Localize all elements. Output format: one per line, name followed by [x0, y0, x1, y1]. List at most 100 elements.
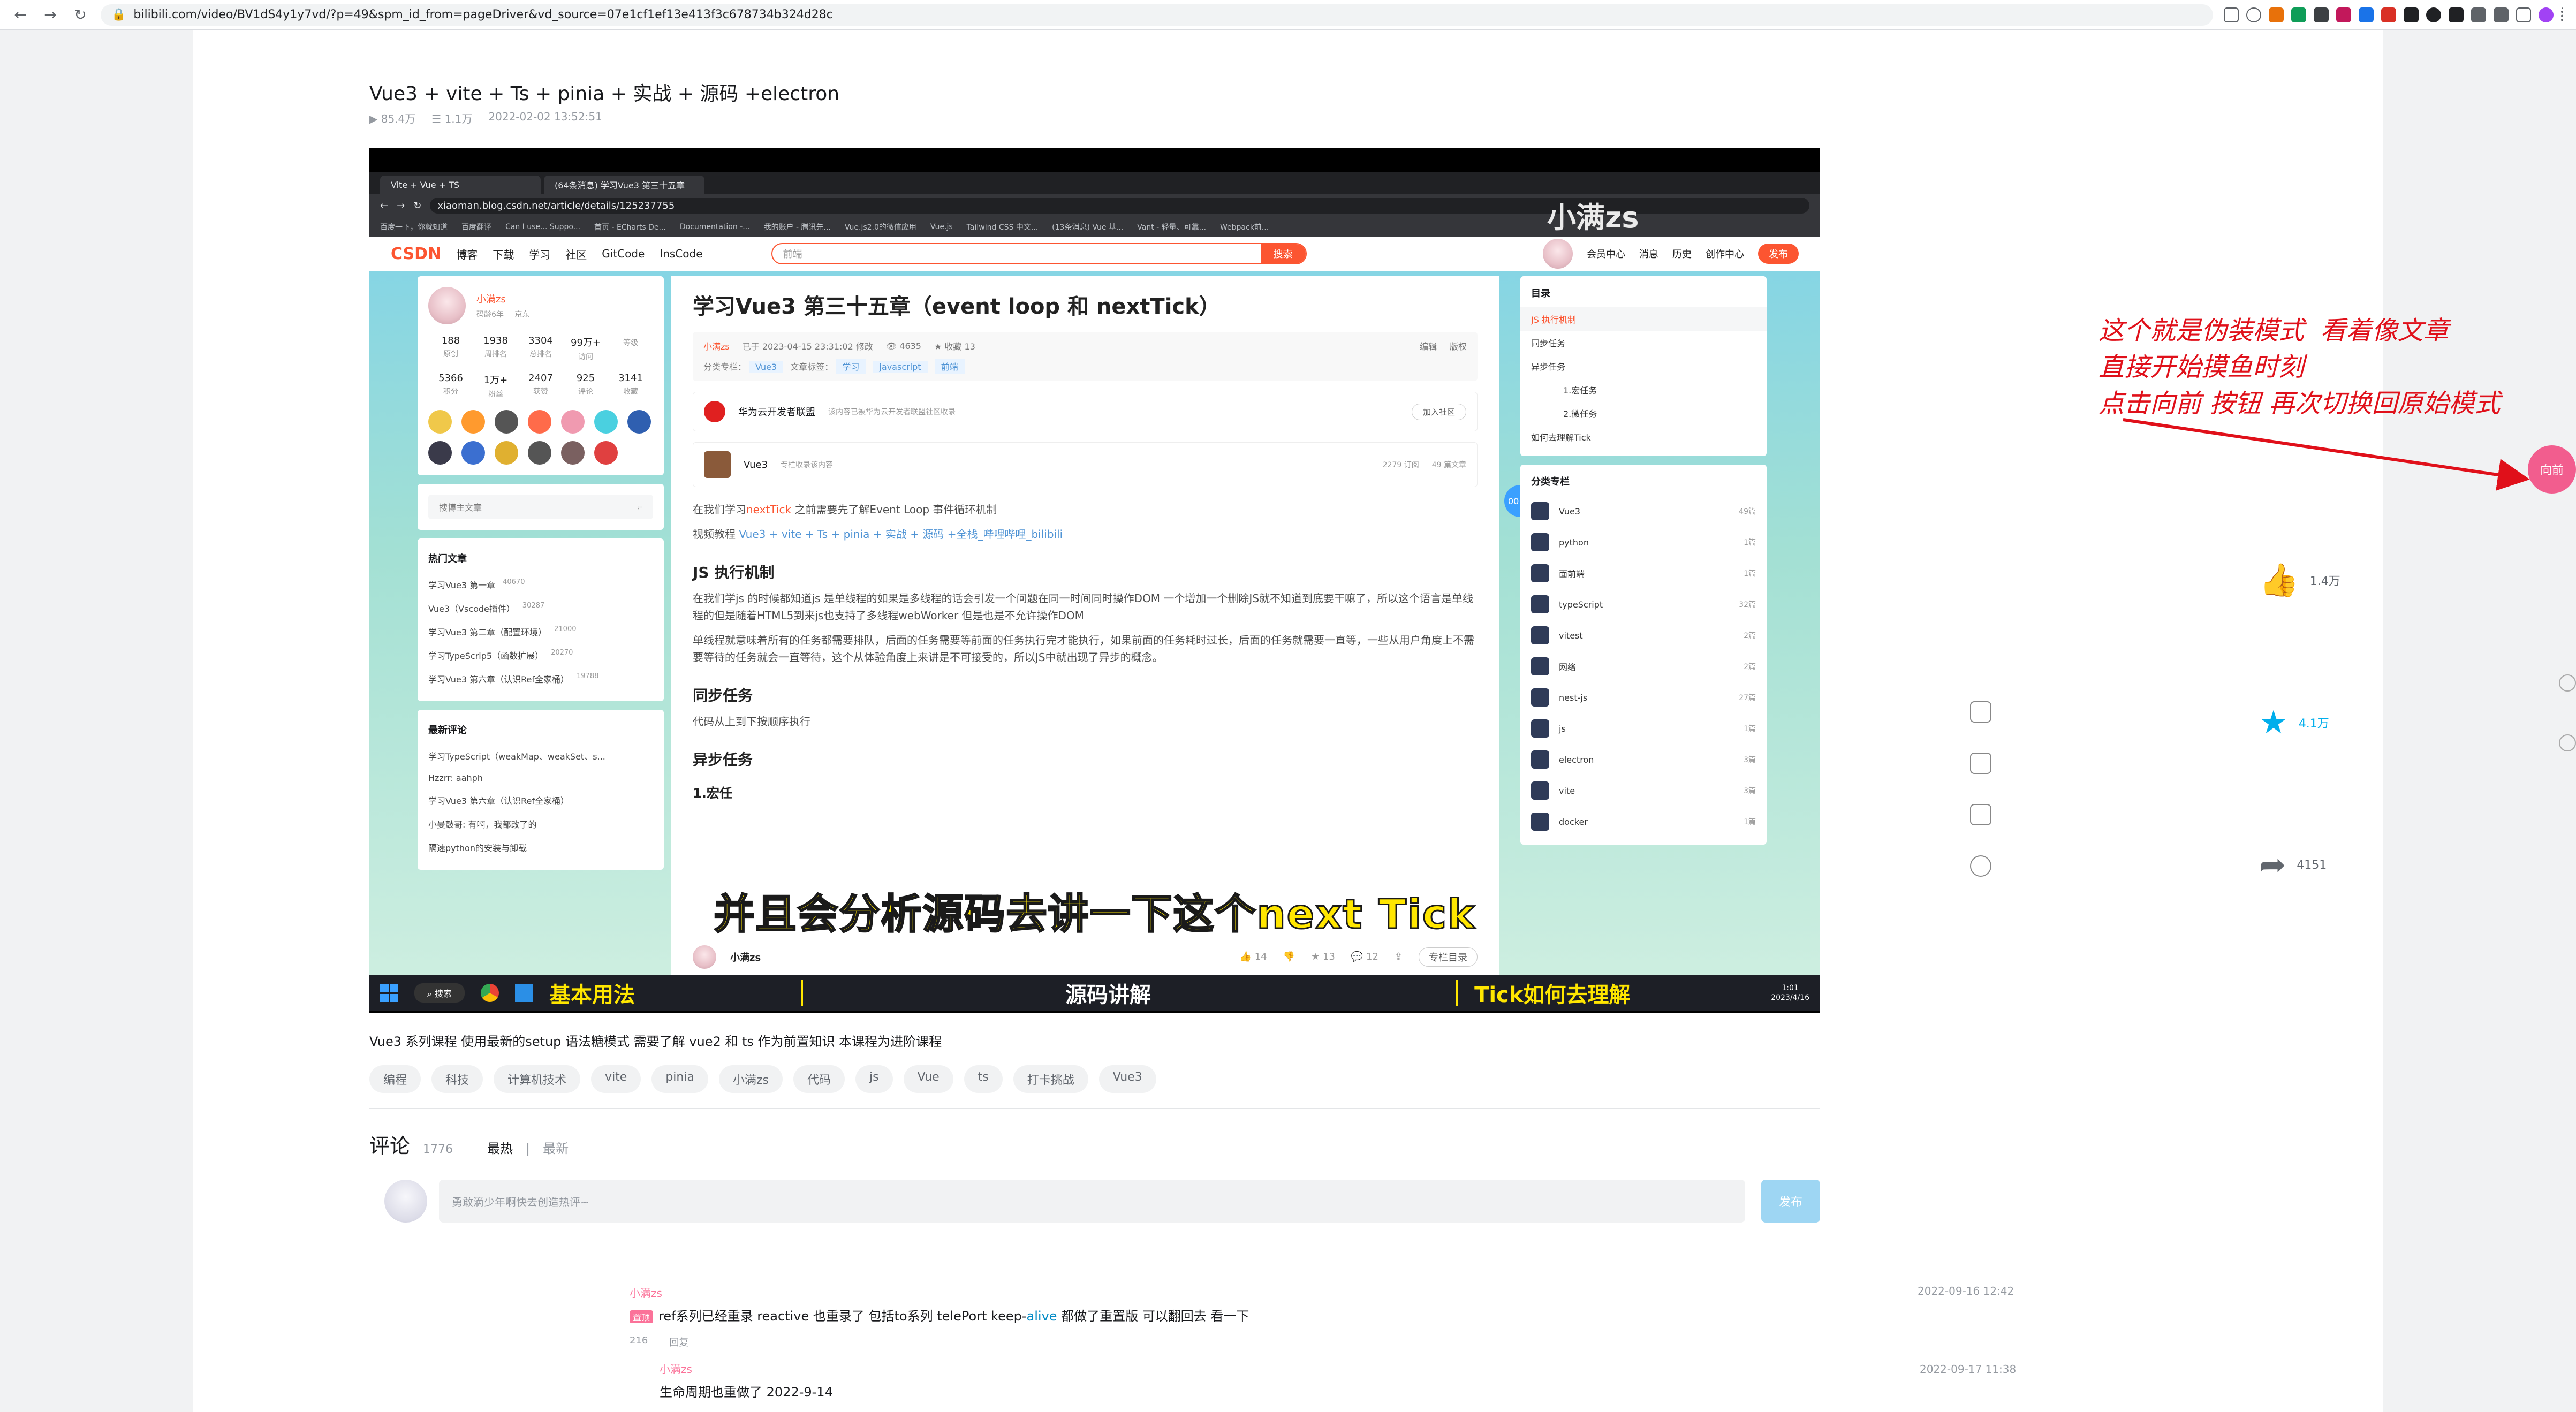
hot-article-item: 学习Vue3 第二章（配置环境） 21000	[428, 620, 653, 643]
hot-article-item: 学习Vue3 第一章 40670	[428, 573, 653, 596]
edge-icons	[2559, 674, 2576, 751]
paragraph-text: 在我们学习	[693, 503, 746, 516]
comment-text: ref系列已经重录 reactive 也重录了 包括to系列 telePort …	[658, 1309, 1027, 1324]
toc-item: 1.宏任务	[1563, 385, 1597, 396]
menu-icon[interactable]	[2561, 7, 2565, 22]
extension-icon[interactable]	[2336, 7, 2351, 22]
video-player[interactable]: Vite + Vue + TS (64条消息) 学习Vue3 第三十五章 ← →…	[369, 148, 1820, 1013]
stat-value: 3304	[528, 335, 553, 346]
sort-new-tab[interactable]: 最新	[543, 1138, 569, 1157]
tool-icon[interactable]	[1970, 701, 1991, 723]
profile-stat: 3141 收藏	[608, 373, 653, 399]
profile-stat: 925 评论	[563, 373, 608, 399]
category-item: typeScript 32篇	[1520, 589, 1767, 620]
hot-article-title: 学习Vue3 第二章（配置环境）	[428, 627, 547, 637]
category-name: Vue3	[1559, 506, 1581, 517]
video-tag[interactable]: js	[855, 1065, 893, 1093]
post-comment-button[interactable]: 发布	[1761, 1180, 1820, 1223]
video-tag[interactable]: vite	[591, 1065, 641, 1093]
category-item: Vue3 49篇	[1520, 496, 1767, 527]
profile-card: 小满zs 码龄6年 京东 188 原创 1938 周排名 3304 总排名 99万+ 访问 等级…	[418, 276, 664, 475]
star-icon[interactable]	[2246, 7, 2261, 22]
article-edit: 编辑	[1419, 341, 1437, 352]
video-tag[interactable]: 代码	[793, 1065, 845, 1093]
toc-item: 如何去理解Tick	[1531, 432, 1591, 443]
sort-hot-tab[interactable]: 最热	[487, 1138, 513, 1157]
inner-back-icon: ←	[380, 200, 389, 211]
sidebar-icon[interactable]	[2516, 7, 2531, 22]
csdn-header: CSDN 博客 下载 学习 社区 GitCode InsCode 前端 搜索 会…	[369, 237, 1820, 271]
article-comments: 12	[1366, 951, 1378, 962]
category-name: 面前端	[1559, 569, 1585, 579]
category-name: nest-js	[1559, 692, 1588, 703]
csdn-article: 学习Vue3 第三十五章（event loop 和 nextTick） 小满zs…	[671, 276, 1499, 975]
video-tag[interactable]: Vue	[903, 1065, 953, 1093]
comment-like-count[interactable]: 216	[630, 1335, 648, 1349]
reload-icon[interactable]: ↻	[71, 6, 90, 24]
comment-user[interactable]: 小满zs	[630, 1285, 1249, 1300]
share-icon[interactable]	[2224, 7, 2239, 22]
share-count: 4151	[2297, 858, 2327, 872]
extension-icon[interactable]	[2471, 7, 2486, 22]
comment-user[interactable]: 小满zs	[660, 1361, 833, 1376]
tool-icon[interactable]	[1970, 804, 1991, 825]
article-heading: 异步任务	[693, 751, 753, 769]
extension-icon[interactable]	[2314, 7, 2329, 22]
column-cover	[704, 451, 731, 478]
extension-icon[interactable]	[2404, 7, 2419, 22]
windows-taskbar: ⌕ 搜索 基本用法 源码讲解 Tick如何去理解 1:01 2023/4/16	[369, 975, 1820, 1011]
column-desc: 专栏收录该内容	[781, 461, 834, 469]
extension-icon[interactable]	[2426, 7, 2441, 22]
headset-icon[interactable]	[1970, 855, 1991, 877]
address-bar[interactable]: 🔒 bilibili.com/video/BV1dS4y1y7vd/?p=49&…	[101, 4, 2213, 26]
star-icon: ★	[2259, 704, 2288, 741]
video-tag[interactable]: 小满zs	[718, 1065, 783, 1093]
like-button[interactable]: 👍 1.4万	[2259, 564, 2340, 596]
video-tag[interactable]: ts	[964, 1065, 1003, 1093]
collect-button[interactable]: ★ 4.1万	[2259, 707, 2329, 739]
category-name: 网络	[1559, 662, 1577, 672]
profile-stat: 99万+ 访问	[563, 335, 608, 362]
csdn-nav-item: 社区	[565, 248, 587, 261]
star-icon: ★ 13	[1311, 951, 1335, 962]
column-label: 分类专栏：	[703, 362, 747, 372]
article-author: 小满zs	[703, 341, 730, 352]
forward-button[interactable]: 向前	[2528, 445, 2576, 494]
reply-button[interactable]: 回复	[669, 1335, 688, 1349]
extension-icon[interactable]	[2291, 7, 2306, 22]
profile-icon[interactable]	[2539, 7, 2554, 22]
comment-link[interactable]: alive	[1027, 1309, 1057, 1324]
category-count: 1篇	[1744, 818, 1756, 826]
bookmark-item: Webpack前...	[1220, 223, 1269, 232]
puzzle-icon[interactable]	[2494, 7, 2509, 22]
join-community-button: 加入社区	[1411, 403, 1466, 420]
video-tag[interactable]: 科技	[431, 1065, 483, 1093]
hot-article-views: 21000	[554, 625, 577, 633]
cube-icon[interactable]	[2559, 674, 2576, 692]
hot-article-title: Vue3（Vscode插件）	[428, 604, 515, 614]
comment-input[interactable]: 勇敢滴少年啊快去创造热评~	[439, 1180, 1745, 1223]
video-tag[interactable]: 编程	[369, 1065, 421, 1093]
danmaku-stat: ☰ 1.1万	[431, 112, 473, 125]
video-tag[interactable]: pinia	[651, 1065, 708, 1093]
video-subtitle: 并且会分析源码去讲一下这个next Tick	[713, 890, 1476, 939]
column-tag: Vue3	[749, 361, 784, 373]
extension-icon[interactable]	[2381, 7, 2396, 22]
extension-icon[interactable]	[2449, 7, 2464, 22]
video-tag[interactable]: Vue3	[1098, 1065, 1156, 1093]
extension-icon[interactable]	[2269, 7, 2284, 22]
video-tag[interactable]: 打卡挑战	[1013, 1065, 1088, 1093]
forward-icon[interactable]: →	[41, 6, 60, 24]
share-button[interactable]: ➦ 4151	[2259, 849, 2327, 881]
toc-item: 同步任务	[1531, 338, 1566, 348]
comment-item: 小满zs 置顶 ref系列已经重录 reactive 也重录了 包括to系列 te…	[630, 1285, 1249, 1324]
article-paragraph: 在我们学js 的时候都知道js 是单线程的如果是多线程的话会引发一个问题在同一时…	[693, 592, 1474, 622]
video-tag[interactable]: 计算机技术	[494, 1065, 581, 1093]
gear-icon[interactable]	[2559, 734, 2576, 751]
back-icon[interactable]: ←	[11, 6, 30, 24]
video-tags: 编程 科技 计算机技术 vite pinia 小满zs 代码 js Vue ts 打卡挑战 Vue3	[369, 1065, 1156, 1093]
author-avatar	[693, 945, 716, 969]
extension-icon[interactable]	[2359, 7, 2374, 22]
tool-icon[interactable]	[1970, 753, 1991, 774]
hot-articles-list: 学习Vue3 第一章 40670 Vue3（Vscode插件） 30287 学习Vue3…	[428, 573, 653, 690]
